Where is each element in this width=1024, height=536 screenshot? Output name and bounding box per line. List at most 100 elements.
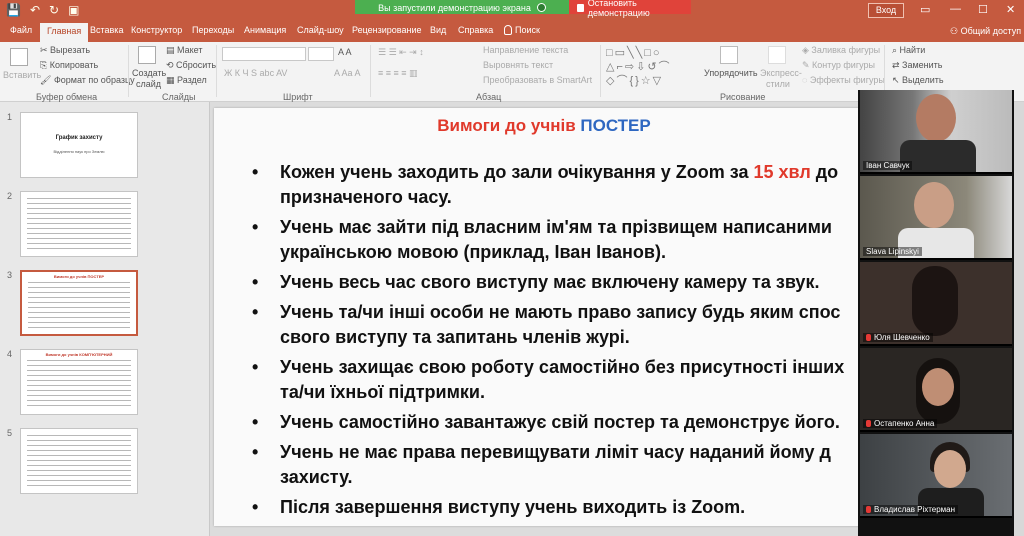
- tab-design[interactable]: Конструктор: [131, 25, 182, 35]
- slide-bullet-list[interactable]: Кожен учень заходить до зали очікування …: [244, 160, 874, 525]
- tab-review[interactable]: Рецензирование: [352, 25, 422, 35]
- new-slide-button[interactable]: Создать: [132, 68, 166, 78]
- tab-slideshow[interactable]: Слайд-шоу: [297, 25, 344, 35]
- slide-title[interactable]: Вимоги до учнів ПОСТЕР: [214, 116, 874, 136]
- quick-styles-button-line2[interactable]: стили: [766, 79, 790, 89]
- quick-access-toolbar: 💾 ↶ ↻ ▣: [6, 3, 79, 17]
- cursor-icon: ↖: [892, 75, 903, 85]
- tab-view[interactable]: Вид: [430, 25, 446, 35]
- participant-face: [916, 94, 956, 142]
- new-slide-icon[interactable]: [138, 46, 156, 64]
- stop-sharing-button[interactable]: Остановить демонстрацию: [569, 0, 691, 18]
- tab-home[interactable]: Главная: [40, 23, 89, 42]
- participant-face: [914, 182, 954, 228]
- cut-button[interactable]: ✂ Вырезать: [40, 45, 90, 56]
- arrange-button[interactable]: Упорядочить: [704, 68, 758, 78]
- participant-tile[interactable]: Юля Шевченко: [860, 262, 1012, 346]
- ribbon-display-icon[interactable]: ▭: [920, 3, 930, 16]
- replace-button[interactable]: ⇄ Заменить: [892, 60, 943, 71]
- font-style-buttons[interactable]: Ж К Ч S abc AV: [224, 68, 287, 78]
- shape-fill-button[interactable]: ◈ Заливка фигуры: [802, 45, 880, 56]
- share-button[interactable]: ⚇ Общий доступ: [950, 26, 1021, 37]
- section-button[interactable]: ▦ Раздел: [166, 75, 207, 86]
- group-label-paragraph: Абзац: [476, 92, 502, 102]
- slide-thumbnail-1[interactable]: График захисту Відділення наук про Землю: [20, 112, 138, 178]
- participant-tile[interactable]: Владислав Ріхтерман: [860, 434, 1012, 518]
- bullet-item: Учень захищає свою роботу самостійно без…: [244, 355, 874, 405]
- reset-button[interactable]: ⟲ Сбросить: [166, 60, 216, 71]
- redo-icon[interactable]: ↻: [49, 3, 59, 17]
- shape-outline-button[interactable]: ✎ Контур фигуры: [802, 60, 875, 71]
- new-slide-button-line2[interactable]: слайд: [136, 79, 161, 89]
- find-button[interactable]: ⌕ Найти: [892, 45, 925, 56]
- layout-button[interactable]: ▤ Макет: [166, 45, 203, 56]
- smartart-button[interactable]: Преобразовать в SmartArt: [483, 75, 592, 85]
- slide-thumbnail-4[interactable]: Вимоги до учнів КОМП'ЮТЕРНИЙ: [20, 349, 138, 415]
- fill-bucket-icon: ◈: [802, 45, 812, 55]
- bullet-highlight: 15 хвл: [753, 162, 811, 182]
- bullet-item: Учень не має права перевищувати ліміт ча…: [244, 440, 874, 490]
- slide-thumbnail-3[interactable]: Вимоги до учнів ПОСТЕР: [20, 270, 138, 336]
- sharing-text: Вы запустили демонстрацию экрана: [378, 2, 531, 13]
- screen-share-banner: Вы запустили демонстрацию экрана Останов…: [355, 0, 691, 18]
- bullet-text: Учень весь час свого виступу має включен…: [280, 272, 820, 292]
- font-size-select[interactable]: [308, 47, 334, 61]
- slide-thumbnail-panel[interactable]: 1 График захисту Відділення наук про Зем…: [0, 102, 210, 536]
- participant-tile[interactable]: Slava Lipinskyi: [860, 176, 1012, 260]
- paste-button[interactable]: Вставить: [3, 70, 41, 80]
- align-text-button[interactable]: Выровнять текст: [483, 60, 553, 70]
- thumb-text-lines: [28, 282, 130, 330]
- participant-name-text: Юля Шевченко: [874, 333, 930, 342]
- bullet-text: Учень має зайти під власним ім'ям та прі…: [280, 217, 832, 237]
- sign-in-button[interactable]: Вход: [868, 3, 904, 18]
- group-divider: [216, 45, 217, 97]
- section-icon: ▦: [166, 75, 178, 85]
- tell-me-label: Поиск: [515, 25, 540, 35]
- copy-label: Копировать: [49, 60, 99, 70]
- bullet-text: Учень самостійно завантажує свій постер …: [280, 412, 840, 432]
- shield-icon: [536, 3, 546, 12]
- mic-muted-icon: [866, 334, 871, 342]
- slide-editor[interactable]: Вимоги до учнів ПОСТЕР Кожен учень заход…: [210, 102, 874, 536]
- slide-thumbnail-5[interactable]: [20, 428, 138, 494]
- font-name-select[interactable]: [222, 47, 306, 61]
- arrange-icon[interactable]: [720, 46, 738, 64]
- shape-effects-button[interactable]: ◌ Эффекты фигуры: [802, 75, 885, 85]
- current-slide[interactable]: Вимоги до учнів ПОСТЕР Кожен учень заход…: [214, 108, 874, 526]
- slide-thumbnail-2[interactable]: [20, 191, 138, 257]
- participant-tile[interactable]: Остапенко Анна: [860, 348, 1012, 432]
- mic-muted-icon: [866, 420, 871, 428]
- quick-styles-button[interactable]: Экспресс-: [760, 68, 802, 78]
- tab-animations[interactable]: Анимация: [244, 25, 286, 35]
- font-color-buttons[interactable]: A Aa A: [334, 68, 361, 78]
- minimize-icon[interactable]: —: [950, 3, 961, 15]
- shapes-gallery[interactable]: □▭╲╲□○ △⌐⇨⇩↺⌒ ◇⌒{}☆▽: [606, 46, 702, 90]
- undo-icon[interactable]: ↶: [30, 3, 40, 17]
- tab-file[interactable]: Файл: [10, 25, 32, 35]
- bullet-text-line2: та/чи їхньої підтримки.: [280, 382, 485, 402]
- list-buttons-icon[interactable]: ☰ ☰ ⇤ ⇥ ↕: [378, 47, 424, 58]
- tell-me-search[interactable]: Поиск: [504, 25, 540, 35]
- select-button[interactable]: ↖ Выделить: [892, 75, 944, 86]
- maximize-icon[interactable]: ☐: [978, 3, 988, 16]
- start-slideshow-icon[interactable]: ▣: [68, 3, 79, 17]
- lightbulb-icon: [504, 25, 512, 35]
- copy-button[interactable]: ⎘ Копировать: [40, 60, 98, 71]
- participant-name: Владислав Ріхтерман: [863, 505, 959, 514]
- paste-icon[interactable]: [10, 48, 28, 66]
- mic-muted-icon: [866, 506, 871, 514]
- format-painter-button[interactable]: 🖌 Формат по образцу: [40, 75, 135, 86]
- tab-help[interactable]: Справка: [458, 25, 493, 35]
- participant-tile[interactable]: Іван Савчук: [860, 90, 1012, 174]
- align-buttons-icon[interactable]: ≡ ≡ ≡ ≡ ▥: [378, 68, 418, 79]
- grow-font-icon[interactable]: A A: [338, 47, 352, 57]
- participant-name-text: Остапенко Анна: [874, 419, 935, 428]
- tab-insert[interactable]: Вставка: [90, 25, 123, 35]
- title-bar: 💾 ↶ ↻ ▣ Вы запустили демонстрацию экрана…: [0, 0, 1024, 22]
- tab-transitions[interactable]: Переходы: [192, 25, 234, 35]
- close-icon[interactable]: ✕: [1006, 3, 1015, 16]
- quick-styles-icon[interactable]: [768, 46, 786, 64]
- text-direction-button[interactable]: Направление текста: [483, 45, 568, 55]
- bullet-item: Учень самостійно завантажує свій постер …: [244, 410, 874, 435]
- save-icon[interactable]: 💾: [6, 3, 21, 17]
